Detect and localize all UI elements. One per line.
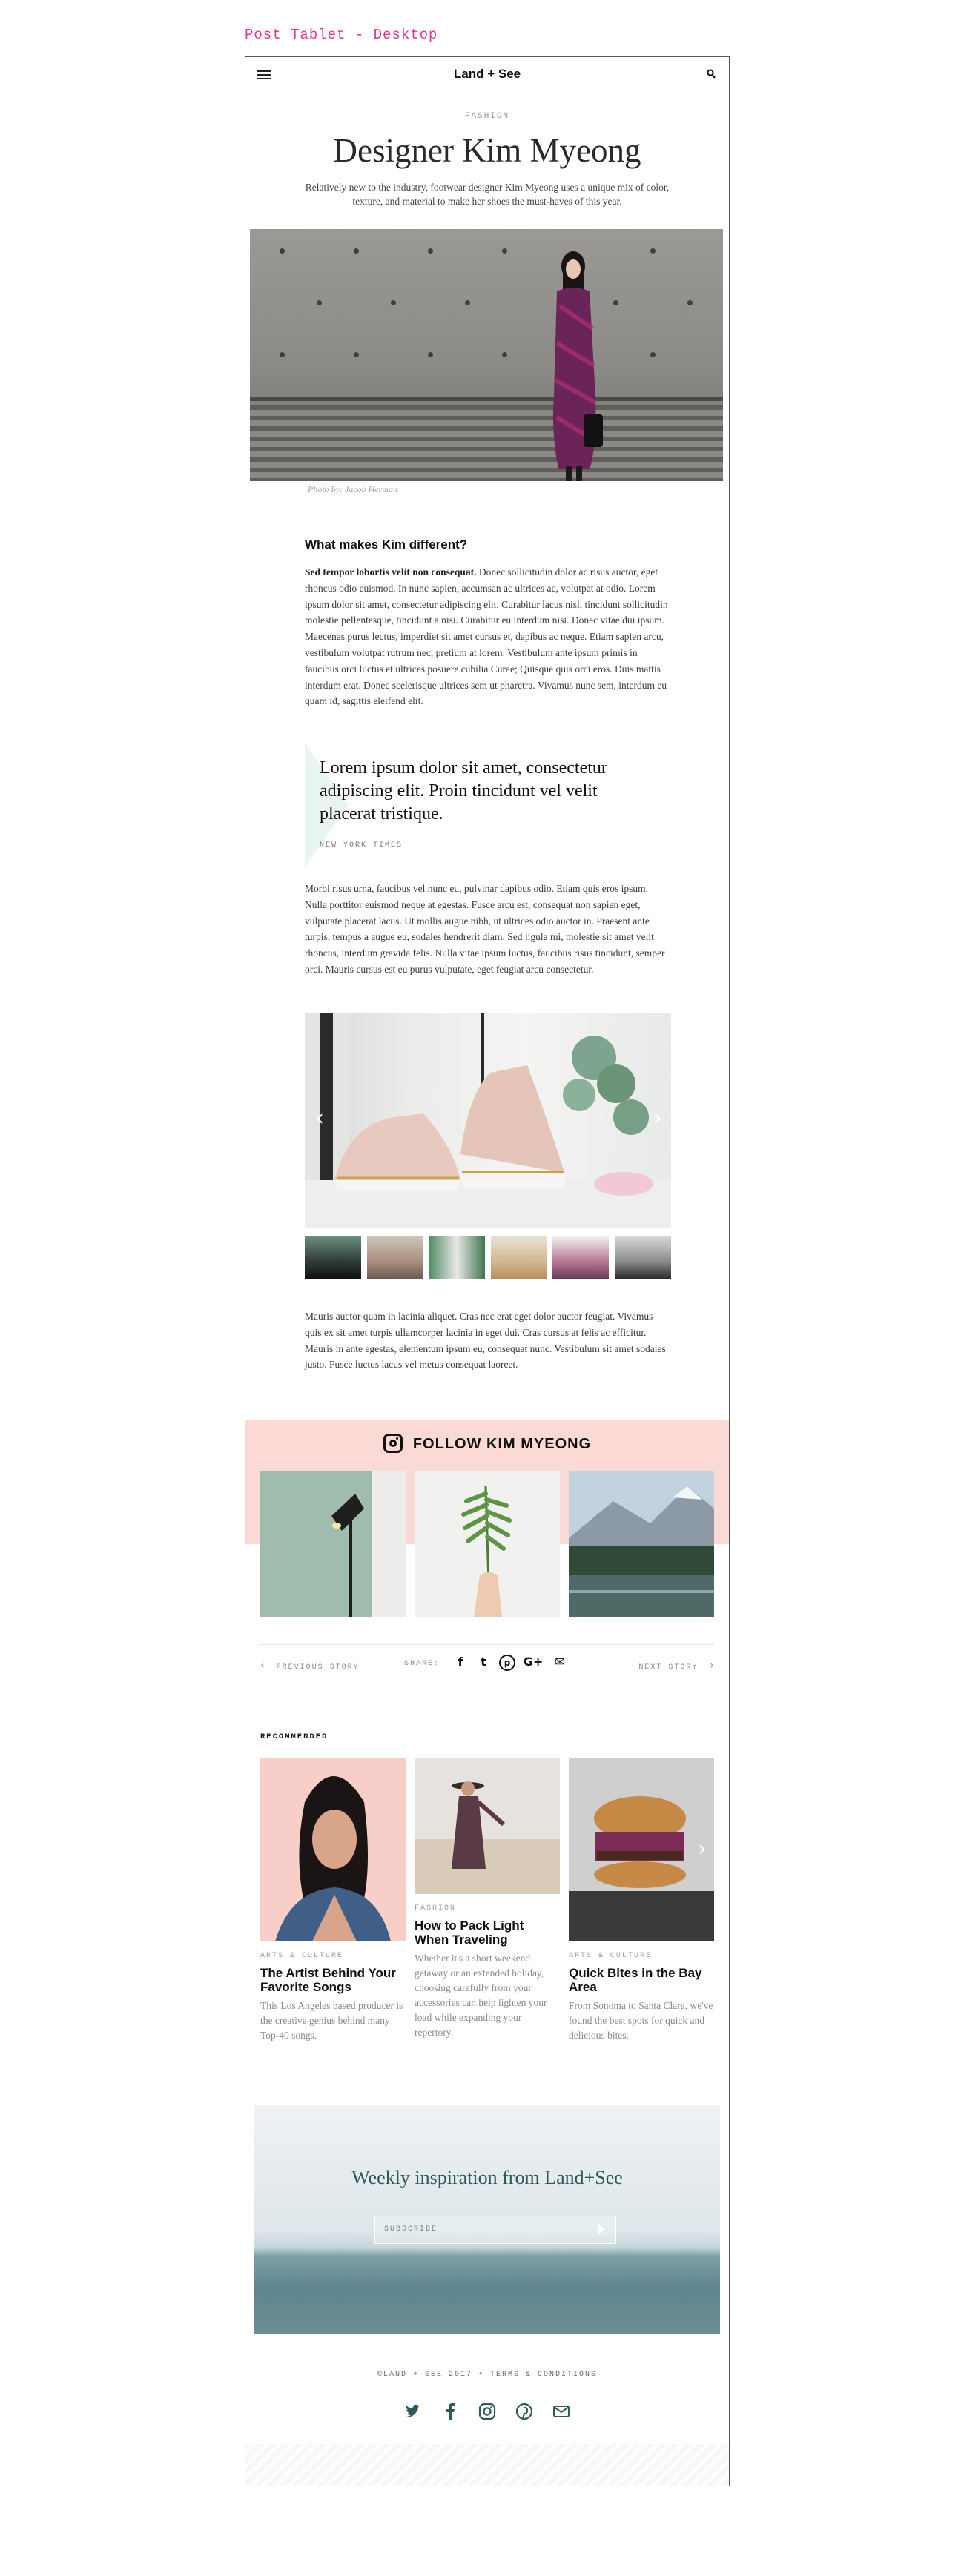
gallery-main-image (305, 1013, 671, 1228)
twitter-icon[interactable] (404, 2403, 422, 2420)
recommended-card-desc: Whether it's a short weekend getaway or … (415, 1953, 547, 2038)
gallery-thumbnails (305, 1236, 671, 1279)
article-subtitle: Relatively new to the industry, footwear… (305, 182, 670, 207)
pull-quote: Lorem ipsum dolor sit amet, consectetur … (320, 758, 607, 824)
gallery-thumb[interactable] (614, 1236, 671, 1279)
footer-social-icons (245, 2403, 729, 2425)
previous-story-label: PREVIOUS STORY (276, 1663, 360, 1672)
follow-title: FOLLOW KIM MYEONG (412, 1436, 592, 1452)
mail-icon[interactable]: ✉ (551, 1655, 569, 1671)
submit-arrow-icon[interactable] (598, 2224, 605, 2234)
footer-copyright[interactable]: ©LAND + SEE 2017 • TERMS & CONDITIONS (245, 2371, 729, 2379)
search-icon[interactable] (707, 69, 716, 79)
chevron-left-icon[interactable]: ‹ (315, 1107, 327, 1130)
newsletter-title: Weekly inspiration from Land+See (351, 2167, 623, 2188)
instagram-icon[interactable] (478, 2403, 496, 2420)
chevron-right-icon[interactable]: › (653, 1107, 665, 1130)
body-lead: Sed tempor lobortis velit non consequat. (305, 566, 477, 577)
recommended-card-title[interactable]: Quick Bites in the Bay Area (569, 1966, 714, 1994)
next-story-link[interactable]: NEXT STORY › (638, 1660, 714, 1672)
pinterest-icon[interactable]: p (499, 1655, 515, 1671)
recommended-card[interactable]: FASHION How to Pack Light When Traveling… (415, 1758, 560, 2040)
previous-story-link[interactable]: ‹ PREVIOUS STORY (260, 1660, 360, 1672)
chevron-right-icon: › (710, 1660, 714, 1672)
share-bar: ‹ PREVIOUS STORY SHARE: f t p G+ ✉ NEXT … (260, 1644, 714, 1681)
brand-logo[interactable]: Land + See (257, 67, 717, 82)
article-title: Designer Kim Myeong (333, 132, 641, 169)
instagram-photo[interactable] (260, 1471, 406, 1617)
facebook-icon[interactable]: f (453, 1655, 468, 1671)
page-label: Post Tablet - Desktop (245, 27, 438, 43)
recommended-card-title[interactable]: The Artist Behind Your Favorite Songs (260, 1966, 406, 1994)
recommended-card-desc: From Sonoma to Santa Clara, we've found … (569, 2000, 713, 2041)
recommended-label: RECOMMENDED (260, 1732, 329, 1741)
article-body-1: Sed tempor lobortis velit non consequat.… (305, 564, 671, 709)
gallery-thumb[interactable] (552, 1236, 610, 1279)
subscribe-placeholder: SUBSCRIBE (384, 2225, 438, 2234)
chevron-right-icon[interactable]: › (698, 1838, 707, 1861)
instagram-icon (383, 1434, 403, 1453)
footer-pattern (245, 2444, 729, 2486)
next-story-label: NEXT STORY (638, 1663, 699, 1672)
google-plus-icon[interactable]: G+ (523, 1655, 544, 1671)
recommended-card-image[interactable]: › (569, 1758, 714, 1941)
article-body-3: Mauris auctor quam in lacinia aliquet. C… (305, 1311, 666, 1371)
gallery-thumb[interactable] (305, 1236, 361, 1279)
image-gallery[interactable]: ‹ › (305, 1013, 671, 1228)
recommended-card-title[interactable]: How to Pack Light When Traveling (415, 1918, 560, 1947)
pinterest-icon[interactable] (515, 2403, 533, 2420)
quote-source: NEW YORK TIMES (320, 841, 403, 850)
article-category[interactable]: FASHION (245, 112, 729, 121)
instagram-photo[interactable] (569, 1471, 714, 1617)
recommended-card[interactable]: › ARTS & CULTURE Quick Bites in the Bay … (569, 1758, 714, 2043)
top-bar: Land + See (257, 57, 717, 90)
body-text-1: Donec sollicitudin dolor ac risus auctor… (305, 566, 668, 707)
section-heading: What makes Kim different? (305, 537, 468, 552)
recommended-card-category[interactable]: ARTS & CULTURE (569, 1952, 714, 1960)
newsletter-section: Weekly inspiration from Land+See SUBSCRI… (254, 2105, 720, 2334)
recommended-card-image[interactable] (260, 1758, 406, 1941)
recommended-card-desc: This Los Angeles based producer is the c… (260, 2000, 403, 2041)
model-figure (552, 251, 603, 481)
hero-image (250, 229, 723, 481)
mail-icon[interactable] (552, 2403, 570, 2420)
recommended-card-image[interactable] (415, 1758, 560, 1894)
facebook-icon[interactable] (441, 2403, 459, 2420)
recommended-card-category[interactable]: ARTS & CULTURE (260, 1952, 406, 1960)
chevron-left-icon: ‹ (260, 1660, 265, 1672)
gallery-thumb[interactable] (366, 1236, 423, 1279)
recommended-card[interactable]: ARTS & CULTURE The Artist Behind Your Fa… (260, 1758, 406, 2043)
article-body-2: Morbi risus urna, faucibus vel nunc eu, … (305, 883, 665, 975)
photo-caption: Photo by: Jacob Herman (308, 484, 397, 494)
twitter-icon[interactable]: t (475, 1655, 492, 1671)
share-label: SHARE: (404, 1660, 440, 1668)
instagram-photo[interactable] (415, 1471, 560, 1617)
gallery-thumb[interactable] (490, 1236, 547, 1279)
gallery-thumb[interactable] (429, 1236, 486, 1279)
recommended-card-category[interactable]: FASHION (415, 1904, 560, 1913)
subscribe-input[interactable]: SUBSCRIBE (374, 2216, 616, 2244)
follow-heading[interactable]: FOLLOW KIM MYEONG (245, 1434, 729, 1453)
device-frame: Land + See FASHION Designer Kim Myeong R… (245, 56, 730, 2486)
